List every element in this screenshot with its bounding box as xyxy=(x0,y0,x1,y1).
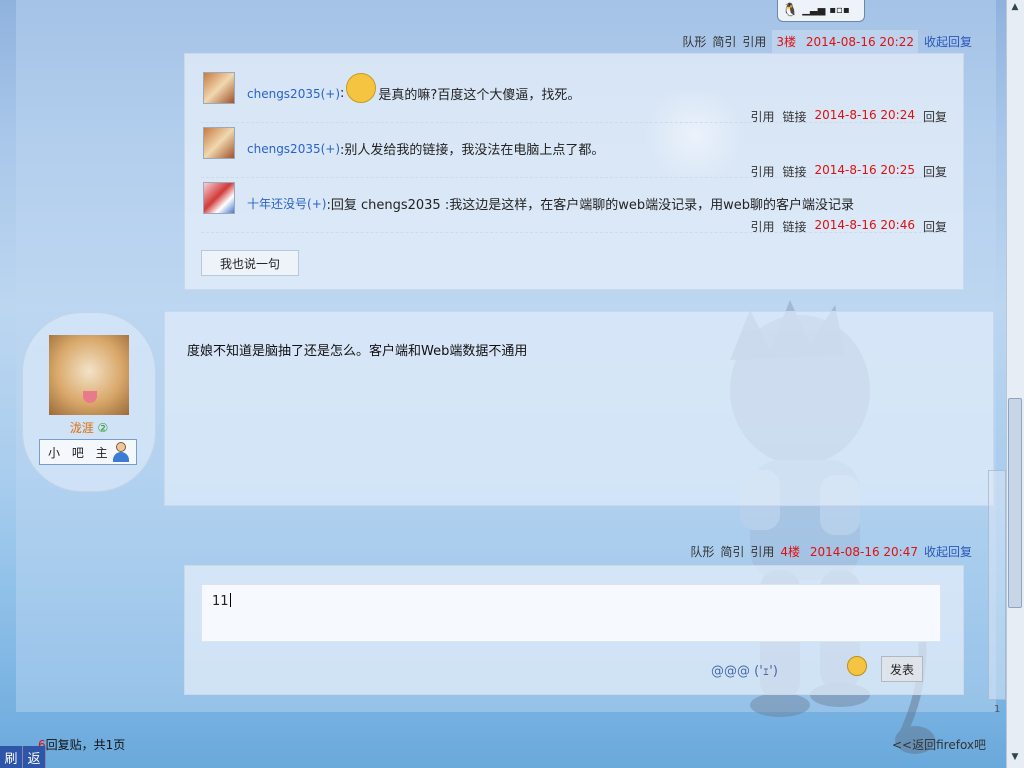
floor-number: 3楼 xyxy=(776,35,797,49)
user-icon xyxy=(112,442,130,462)
brief-quote-link[interactable]: 简引 xyxy=(712,33,736,50)
post-time: 2014-08-16 20:22 xyxy=(805,35,914,49)
smiley-emoji-icon[interactable] xyxy=(847,656,867,676)
post-body: 度娘不知道是脑抽了还是怎么。客户端和Web端数据不通用 xyxy=(164,311,994,506)
back-button[interactable]: 返 xyxy=(23,746,46,768)
text-caret xyxy=(229,593,231,607)
scrollbar-thumb[interactable] xyxy=(1008,398,1022,608)
floor-number: 4楼 xyxy=(780,545,801,559)
add-comment-button[interactable]: 我也说一句 xyxy=(201,250,299,276)
emoticon-text-button[interactable]: @@@ ('ｪ') xyxy=(711,660,778,679)
emoji-icon xyxy=(346,72,377,103)
publish-button[interactable]: 发表 xyxy=(881,656,923,682)
comment-permalink[interactable]: 链接 xyxy=(782,218,806,235)
refresh-button[interactable]: 刷 xyxy=(0,746,23,768)
comment-quote-link[interactable]: 引用 xyxy=(750,218,774,235)
moderator-badge: 小 吧 主 xyxy=(39,439,137,465)
author-level: ② xyxy=(97,421,109,435)
author-avatar[interactable] xyxy=(49,335,129,415)
comment-user-suffix[interactable]: (+) xyxy=(307,197,326,211)
side-tab-strip[interactable] xyxy=(988,470,1006,700)
comment-user-suffix[interactable]: (+) xyxy=(321,87,340,101)
comment-text: :回复 chengs2035 :我这边是这样，在客户端聊的web端没记录，用we… xyxy=(326,198,854,213)
comment-username[interactable]: chengs2035 xyxy=(247,142,321,156)
comment-item: chengs2035 (+) : 是真的嘛?百度这个大傻逼，找死。 引用 链接 … xyxy=(201,68,947,124)
scrollbar-page-label: 1 xyxy=(994,704,1001,715)
collapse-replies-link[interactable]: 收起回复 xyxy=(924,543,972,560)
comment-text: :别人发给我的链接，我没法在电脑上点了都。 xyxy=(340,143,605,158)
avatar[interactable] xyxy=(203,182,235,214)
floor3-meta-bar: 队形 简引 引用 3楼 2014-08-16 20:22 收起回复 xyxy=(682,30,972,53)
post-content: 度娘不知道是脑抽了还是怎么。客户端和Web端数据不通用 xyxy=(187,344,528,359)
quote-link[interactable]: 引用 xyxy=(742,33,766,50)
signal-icon: ▁▃▅ xyxy=(802,5,826,16)
comment-item: chengs2035 (+) :别人发给我的链接，我没法在电脑上点了都。 引用 … xyxy=(201,123,947,179)
reply-input-value: 11 xyxy=(212,594,229,609)
post-time: 2014-08-16 20:47 xyxy=(809,545,918,559)
comment-username[interactable]: chengs2035 xyxy=(247,87,321,101)
collapse-replies-link[interactable]: 收起回复 xyxy=(924,33,972,50)
back-to-forum-link[interactable]: <<返回firefox吧 xyxy=(892,736,986,753)
author-name[interactable]: 泷涯 xyxy=(70,421,94,435)
reply-box: 11 @@@ ('ｪ') 发表 xyxy=(184,565,964,695)
vertical-scrollbar[interactable] xyxy=(1006,0,1024,768)
formation-link[interactable]: 队形 xyxy=(682,33,706,50)
comment-item: 十年还没号 (+) :回复 chengs2035 :我这边是这样，在客户端聊的w… xyxy=(201,178,947,235)
comment-list: chengs2035 (+) : 是真的嘛?百度这个大傻逼，找死。 引用 链接 … xyxy=(184,53,964,290)
reply-count-text: 回复贴，共1页 xyxy=(45,738,126,752)
scroll-down-arrow-icon[interactable]: ▼ xyxy=(1008,752,1022,766)
toolbar-icons: ▪▫▪ xyxy=(829,5,850,16)
comment-username[interactable]: 十年还没号 xyxy=(247,195,307,212)
reply-count: 6回复贴，共1页 xyxy=(38,736,125,753)
avatar[interactable] xyxy=(203,72,235,104)
top-status-widget[interactable]: 🐧 ▁▃▅ ▪▫▪ xyxy=(777,0,865,22)
brief-quote-link[interactable]: 简引 xyxy=(720,543,744,560)
quote-link[interactable]: 引用 xyxy=(750,543,774,560)
comment-text: 是真的嘛?百度这个大傻逼，找死。 xyxy=(378,88,581,103)
reply-input[interactable]: 11 xyxy=(201,584,941,642)
kitten-tongue xyxy=(83,391,97,403)
comment-user-suffix[interactable]: (+) xyxy=(321,142,340,156)
qq-penguin-icon: 🐧 xyxy=(782,3,799,18)
comment-reply-link[interactable]: 回复 xyxy=(923,218,947,235)
floor4-meta-bar: 队形 简引 引用 4楼 2014-08-16 20:47 收起回复 xyxy=(690,543,972,560)
scroll-up-arrow-icon[interactable]: ▲ xyxy=(1008,2,1022,16)
formation-link[interactable]: 队形 xyxy=(690,543,714,560)
author-card: 泷涯 ② 小 吧 主 xyxy=(22,312,156,492)
comment-time: 2014-8-16 20:46 xyxy=(814,218,915,232)
moderator-label: 小 吧 主 xyxy=(48,445,112,460)
avatar[interactable] xyxy=(203,127,235,159)
bottom-toolbar: 刷 返 xyxy=(0,746,46,768)
